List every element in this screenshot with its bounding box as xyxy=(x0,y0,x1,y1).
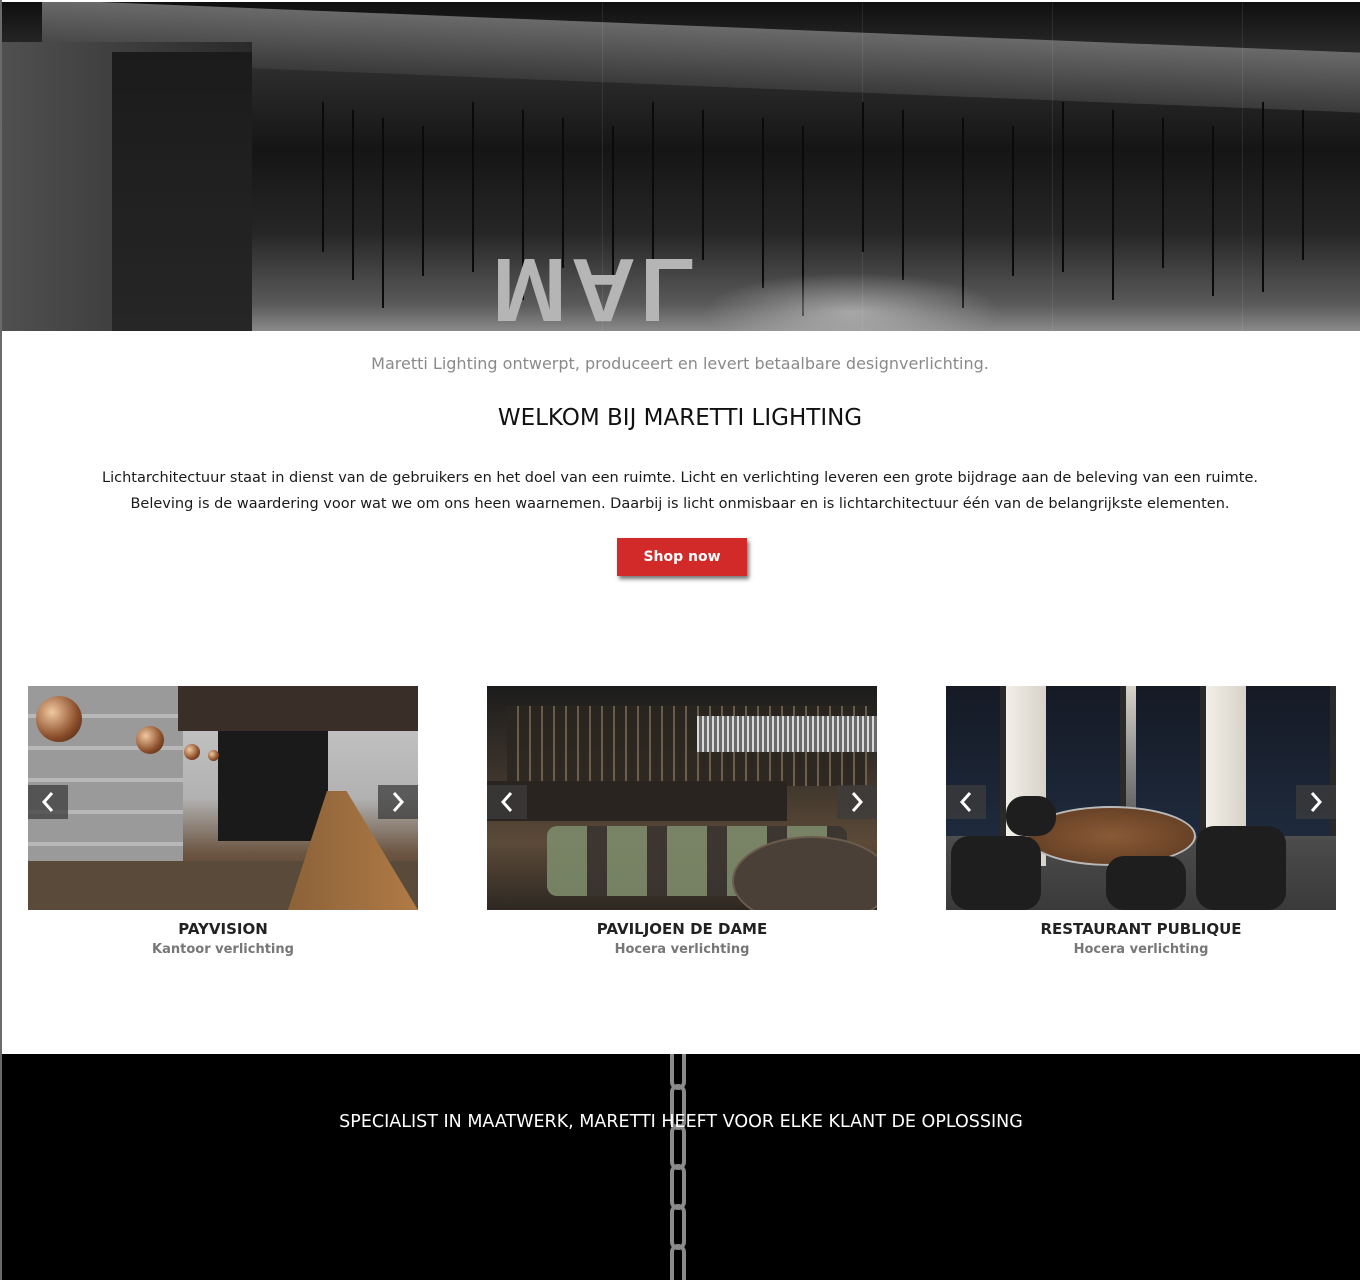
tree-reflection xyxy=(762,118,764,288)
project-card-payvision[interactable]: PAYVISION Kantoor verlichting xyxy=(28,686,418,957)
chevron-right-icon xyxy=(1310,792,1323,812)
project-image[interactable] xyxy=(487,686,877,910)
project-category: Hocera verlichting xyxy=(1073,942,1209,957)
project-image[interactable] xyxy=(946,686,1336,910)
tree-reflection xyxy=(1302,110,1304,260)
shop-now-button[interactable]: Shop now xyxy=(617,538,747,576)
chevron-left-icon xyxy=(41,792,54,812)
intro-text-line: Beleving is de waardering voor wat we om… xyxy=(130,496,1230,512)
pendant-lamp-icon xyxy=(36,696,82,742)
carousel-prev-button[interactable] xyxy=(946,785,986,819)
tree-reflection xyxy=(1162,118,1164,268)
tree-reflection xyxy=(1112,110,1114,300)
pendant-lamp-icon xyxy=(136,726,164,754)
banner-heading: SPECIALIST IN MAATWERK, MARETTI HEEFT VO… xyxy=(339,1112,1023,1132)
chain-icon xyxy=(664,1054,694,1280)
tree-reflection xyxy=(472,102,474,272)
tree-reflection xyxy=(422,126,424,276)
intro-text: Lichtarchitectuur staat in dienst van de… xyxy=(80,465,1280,517)
tree-reflection xyxy=(1012,126,1014,276)
carousel-next-button[interactable] xyxy=(1296,785,1336,819)
project-card-restaurant-publique[interactable]: RESTAURANT PUBLIQUE Hocera verlichting xyxy=(946,686,1336,957)
pendant-lamp-icon xyxy=(208,750,219,761)
reflected-sign: MAL xyxy=(492,239,699,331)
tree-reflection xyxy=(322,102,324,252)
tree-reflection xyxy=(1062,102,1064,272)
tree-reflection xyxy=(382,118,384,308)
tree-reflection xyxy=(1212,126,1214,296)
chevron-left-icon xyxy=(500,792,513,812)
project-category: Hocera verlichting xyxy=(614,942,750,957)
carousel-next-button[interactable] xyxy=(837,785,877,819)
pendant-lamp-icon xyxy=(184,744,200,760)
project-category: Kantoor verlichting xyxy=(152,942,294,957)
project-title[interactable]: PAVILJOEN DE DAME xyxy=(487,920,877,938)
tree-reflection xyxy=(352,110,354,280)
intro-text-line: Lichtarchitectuur staat in dienst van de… xyxy=(102,470,1258,486)
carousel-prev-button[interactable] xyxy=(28,785,68,819)
tree-reflection xyxy=(902,110,904,280)
tree-reflection xyxy=(1262,102,1264,292)
project-title[interactable]: PAYVISION xyxy=(28,920,418,938)
chandelier xyxy=(697,716,877,752)
tree-reflection xyxy=(702,110,704,260)
project-card-paviljoen-de-dame[interactable]: PAVILJOEN DE DAME Hocera verlichting xyxy=(487,686,877,957)
chevron-right-icon xyxy=(851,792,864,812)
tree-reflection xyxy=(862,102,864,252)
hero-image: MAL xyxy=(2,2,1360,331)
project-image[interactable] xyxy=(28,686,418,910)
chevron-right-icon xyxy=(392,792,405,812)
specialist-banner: SPECIALIST IN MAATWERK, MARETTI HEEFT VO… xyxy=(2,1054,1360,1280)
project-title[interactable]: RESTAURANT PUBLIQUE xyxy=(946,920,1336,938)
page-title: WELKOM BIJ MARETTI LIGHTING xyxy=(497,405,863,431)
tagline: Maretti Lighting ontwerpt, produceert en… xyxy=(371,354,989,373)
chevron-left-icon xyxy=(959,792,972,812)
carousel-next-button[interactable] xyxy=(378,785,418,819)
carousel-prev-button[interactable] xyxy=(487,785,527,819)
